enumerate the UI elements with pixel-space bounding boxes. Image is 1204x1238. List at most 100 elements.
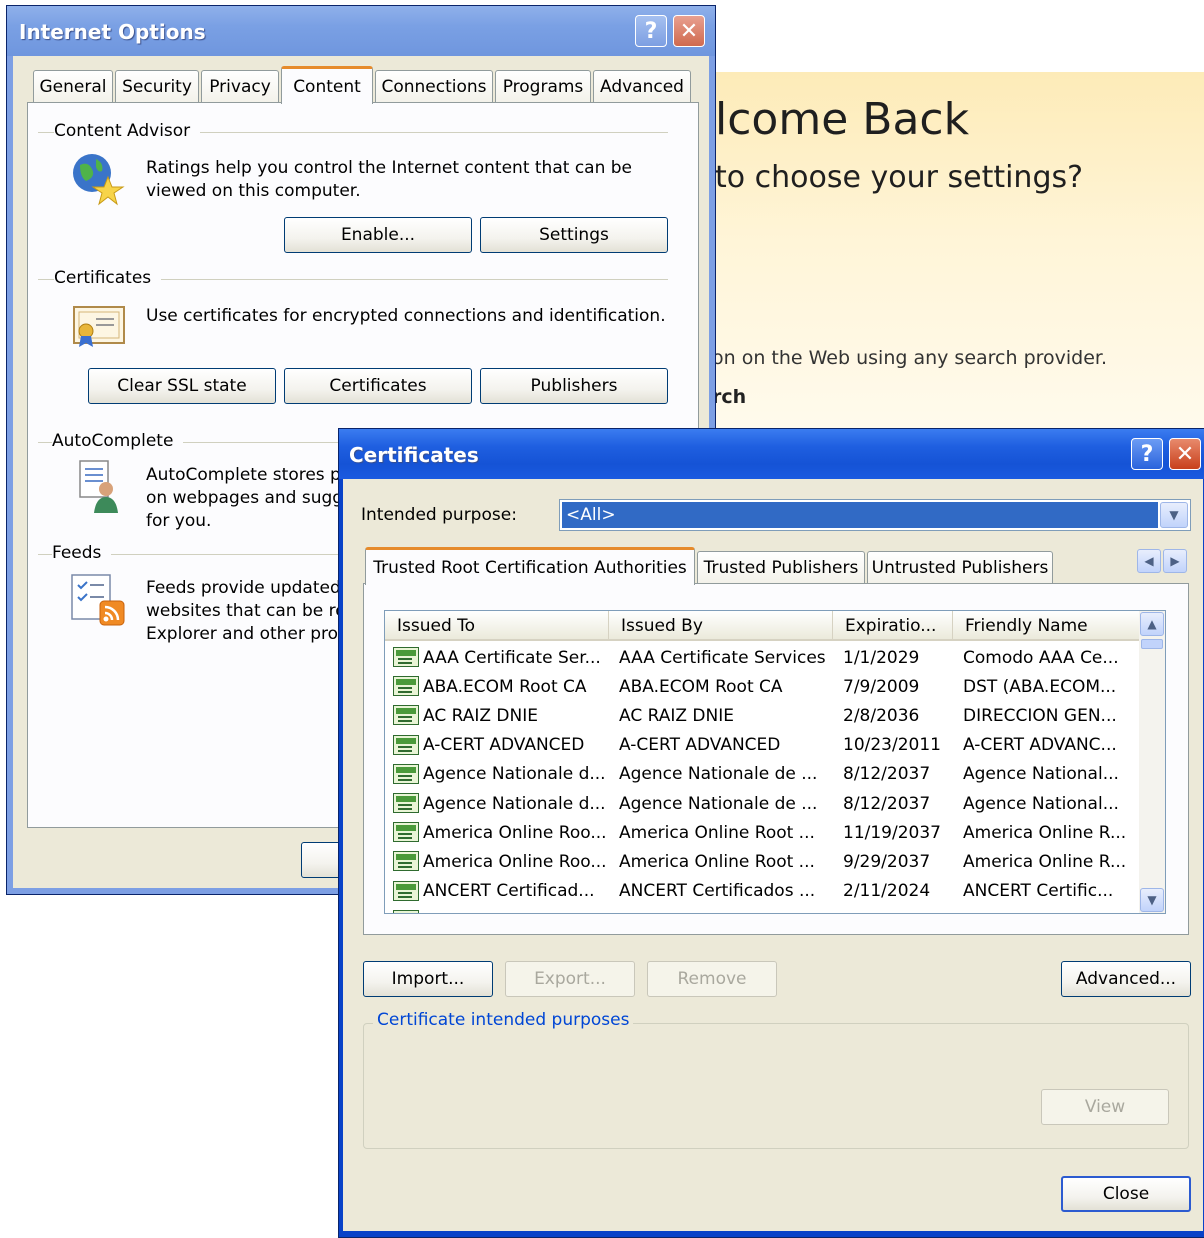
- issued-by-cell: America Online Root ...: [619, 822, 815, 843]
- table-row[interactable]: AAA Certificate Ser... AAA Certificate Se…: [385, 643, 1141, 672]
- issued-by-cell: AC RAIZ DNIE: [619, 705, 734, 726]
- tab-general[interactable]: General: [33, 70, 113, 102]
- table-row[interactable]: America Online Roo... America Online Root…: [385, 818, 1141, 847]
- certificates-titlebar[interactable]: Certificates ? ✕: [339, 429, 1204, 479]
- view-button[interactable]: View: [1041, 1089, 1169, 1125]
- close-icon: ✕: [1175, 441, 1195, 467]
- welcome-search-heading: rch: [712, 386, 747, 408]
- export-button[interactable]: Export...: [505, 961, 635, 997]
- autocomplete-description-2: on webpages and sugge: [146, 488, 354, 508]
- table-row[interactable]: ANCERT Certificad... ANCERT Certificados …: [385, 877, 1141, 906]
- table-row[interactable]: AC RAIZ DNIE AC RAIZ DNIE 2/8/2036 DIRECCIO…: [385, 701, 1141, 730]
- advanced-button[interactable]: Advanced...: [1061, 961, 1191, 997]
- welcome-search-text: on on the Web using any search provider.: [712, 347, 1108, 369]
- scroll-down-icon[interactable]: ▼: [1140, 888, 1164, 912]
- issued-by-cell: ANCERT Certificados ...: [619, 881, 816, 902]
- tab-content[interactable]: Content: [281, 66, 373, 104]
- table-row[interactable]: ABA.ECOM Root CA ABA.ECOM Root CA 7/9/2009…: [385, 672, 1141, 701]
- cert-tab-panel: Issued To Issued By Expiratio... Friendl…: [363, 583, 1189, 935]
- list-header: Issued To Issued By Expiratio... Friendl…: [385, 611, 1141, 641]
- help-button[interactable]: ?: [635, 15, 667, 47]
- tab-security[interactable]: Security: [115, 70, 199, 102]
- intended-purpose-select[interactable]: <All> ▼: [559, 499, 1191, 531]
- close-dialog-button[interactable]: Close: [1061, 1176, 1191, 1212]
- certificate-icon: [393, 705, 419, 726]
- issued-by-cell: ABA.ECOM Root CA: [619, 676, 783, 697]
- certificates-button[interactable]: Certificates: [284, 368, 472, 404]
- tab-advanced[interactable]: Advanced: [593, 70, 691, 102]
- friendly-name-cell: Comodo AAA Ce...: [963, 647, 1119, 668]
- issued-to-cell: Agence Nationale d...: [423, 793, 605, 814]
- issued-by-cell: Agence Nationale de ...: [619, 793, 818, 814]
- enable-button[interactable]: Enable...: [284, 217, 472, 253]
- content-advisor-description-1: Ratings help you control the Internet co…: [146, 158, 633, 178]
- scrollbar-thumb[interactable]: [1141, 639, 1163, 649]
- welcome-title: lcome Back: [715, 94, 970, 145]
- feeds-label: Feeds: [52, 543, 112, 563]
- column-issued-to[interactable]: Issued To: [385, 611, 609, 641]
- scroll-up-icon[interactable]: ▲: [1140, 612, 1164, 636]
- autocomplete-description-1: AutoComplete stores pr: [146, 465, 348, 485]
- friendly-name-cell: ANCERT Certific...: [963, 881, 1114, 902]
- friendly-name-cell: DIRECCION GEN...: [963, 705, 1117, 726]
- table-row[interactable]: A-CERT ADVANCED A-CERT ADVANCED 10/23/2011…: [385, 731, 1141, 760]
- help-button[interactable]: ?: [1131, 438, 1163, 470]
- clear-ssl-state-button[interactable]: Clear SSL state: [88, 368, 276, 404]
- issued-by-cell: Agence Nationale de ...: [619, 764, 818, 785]
- remove-button[interactable]: Remove: [647, 961, 777, 997]
- column-friendly-name[interactable]: Friendly Name: [953, 611, 1141, 641]
- friendly-name-cell: Agence National...: [963, 764, 1119, 785]
- table-row[interactable]: Agence Nationale d... Agence Nationale de…: [385, 789, 1141, 818]
- expiration-cell: 9/29/2037: [843, 851, 931, 872]
- certificates-dialog: Certificates ? ✕ Intended purpose: <All>…: [338, 428, 1204, 1238]
- tab-scroll-left-icon[interactable]: ◀: [1137, 549, 1161, 573]
- certificate-list[interactable]: Issued To Issued By Expiratio... Friendl…: [384, 610, 1166, 914]
- close-window-button[interactable]: ✕: [673, 15, 705, 47]
- column-issued-by[interactable]: Issued By: [609, 611, 833, 641]
- issued-to-cell: Agence Nationale d...: [423, 764, 605, 785]
- issued-to-cell: AC RAIZ DNIE: [423, 705, 538, 726]
- issued-to-cell: America Online Roo...: [423, 851, 605, 872]
- expiration-cell: 2/11/2024: [843, 881, 931, 902]
- internet-options-titlebar[interactable]: Internet Options ? ✕: [7, 6, 715, 56]
- friendly-name-cell: America Online R...: [963, 851, 1127, 872]
- table-row[interactable]: America Online Roo... America Online Root…: [385, 847, 1141, 876]
- intended-purposes-label: Certificate intended purposes: [373, 1010, 634, 1030]
- certificate-icon: [73, 306, 125, 347]
- tab-trusted-root[interactable]: Trusted Root Certification Authorities: [365, 547, 695, 585]
- certificate-icon: [393, 647, 419, 667]
- friendly-name-cell: DST (ABA.ECOM...: [963, 676, 1117, 697]
- issued-to-cell: AAA Certificate Ser...: [423, 647, 601, 668]
- vertical-scrollbar[interactable]: ▲ ▼: [1139, 611, 1165, 913]
- tab-programs[interactable]: Programs: [495, 70, 591, 102]
- autocomplete-icon: [79, 460, 118, 513]
- column-expiration[interactable]: Expiratio...: [833, 611, 953, 641]
- expiration-cell: 7/9/2009: [843, 676, 920, 697]
- certificates-client: Intended purpose: <All> ▼ Trusted Root C…: [343, 479, 1203, 1231]
- certificate-icon: [393, 822, 419, 843]
- import-button[interactable]: Import...: [363, 961, 493, 997]
- table-row[interactable]: Agence Nationale d... Agence Nationale de…: [385, 760, 1141, 789]
- tab-scroll-right-icon[interactable]: ▶: [1163, 549, 1187, 573]
- content-advisor-settings-button[interactable]: Settings: [480, 217, 668, 253]
- feeds-description-1: Feeds provide updated: [146, 578, 341, 598]
- internet-options-title: Internet Options: [19, 20, 206, 44]
- certificate-icon: [393, 676, 419, 697]
- certificate-icon: [393, 909, 419, 913]
- content-advisor-label: Content Advisor: [54, 121, 201, 141]
- ie-welcome-page: lcome Back to choose your settings? on o…: [700, 72, 1204, 452]
- chevron-down-icon[interactable]: ▼: [1160, 502, 1188, 528]
- certificate-icon: [393, 851, 419, 872]
- close-window-button[interactable]: ✕: [1169, 438, 1201, 470]
- publishers-button[interactable]: Publishers: [480, 368, 668, 404]
- help-icon: ?: [1140, 441, 1154, 467]
- intended-purpose-label: Intended purpose:: [361, 505, 517, 525]
- tab-connections[interactable]: Connections: [375, 70, 493, 102]
- tab-trusted-publishers[interactable]: Trusted Publishers: [697, 551, 865, 583]
- friendly-name-cell: A-CERT ADVANC...: [963, 735, 1117, 756]
- issued-by-cell: A-CERT ADVANCED: [619, 735, 781, 756]
- feeds-icon: [71, 574, 125, 626]
- tab-privacy[interactable]: Privacy: [201, 70, 279, 102]
- tab-untrusted-publishers[interactable]: Untrusted Publishers: [867, 551, 1053, 583]
- feeds-description-2: websites that can be re: [146, 601, 346, 621]
